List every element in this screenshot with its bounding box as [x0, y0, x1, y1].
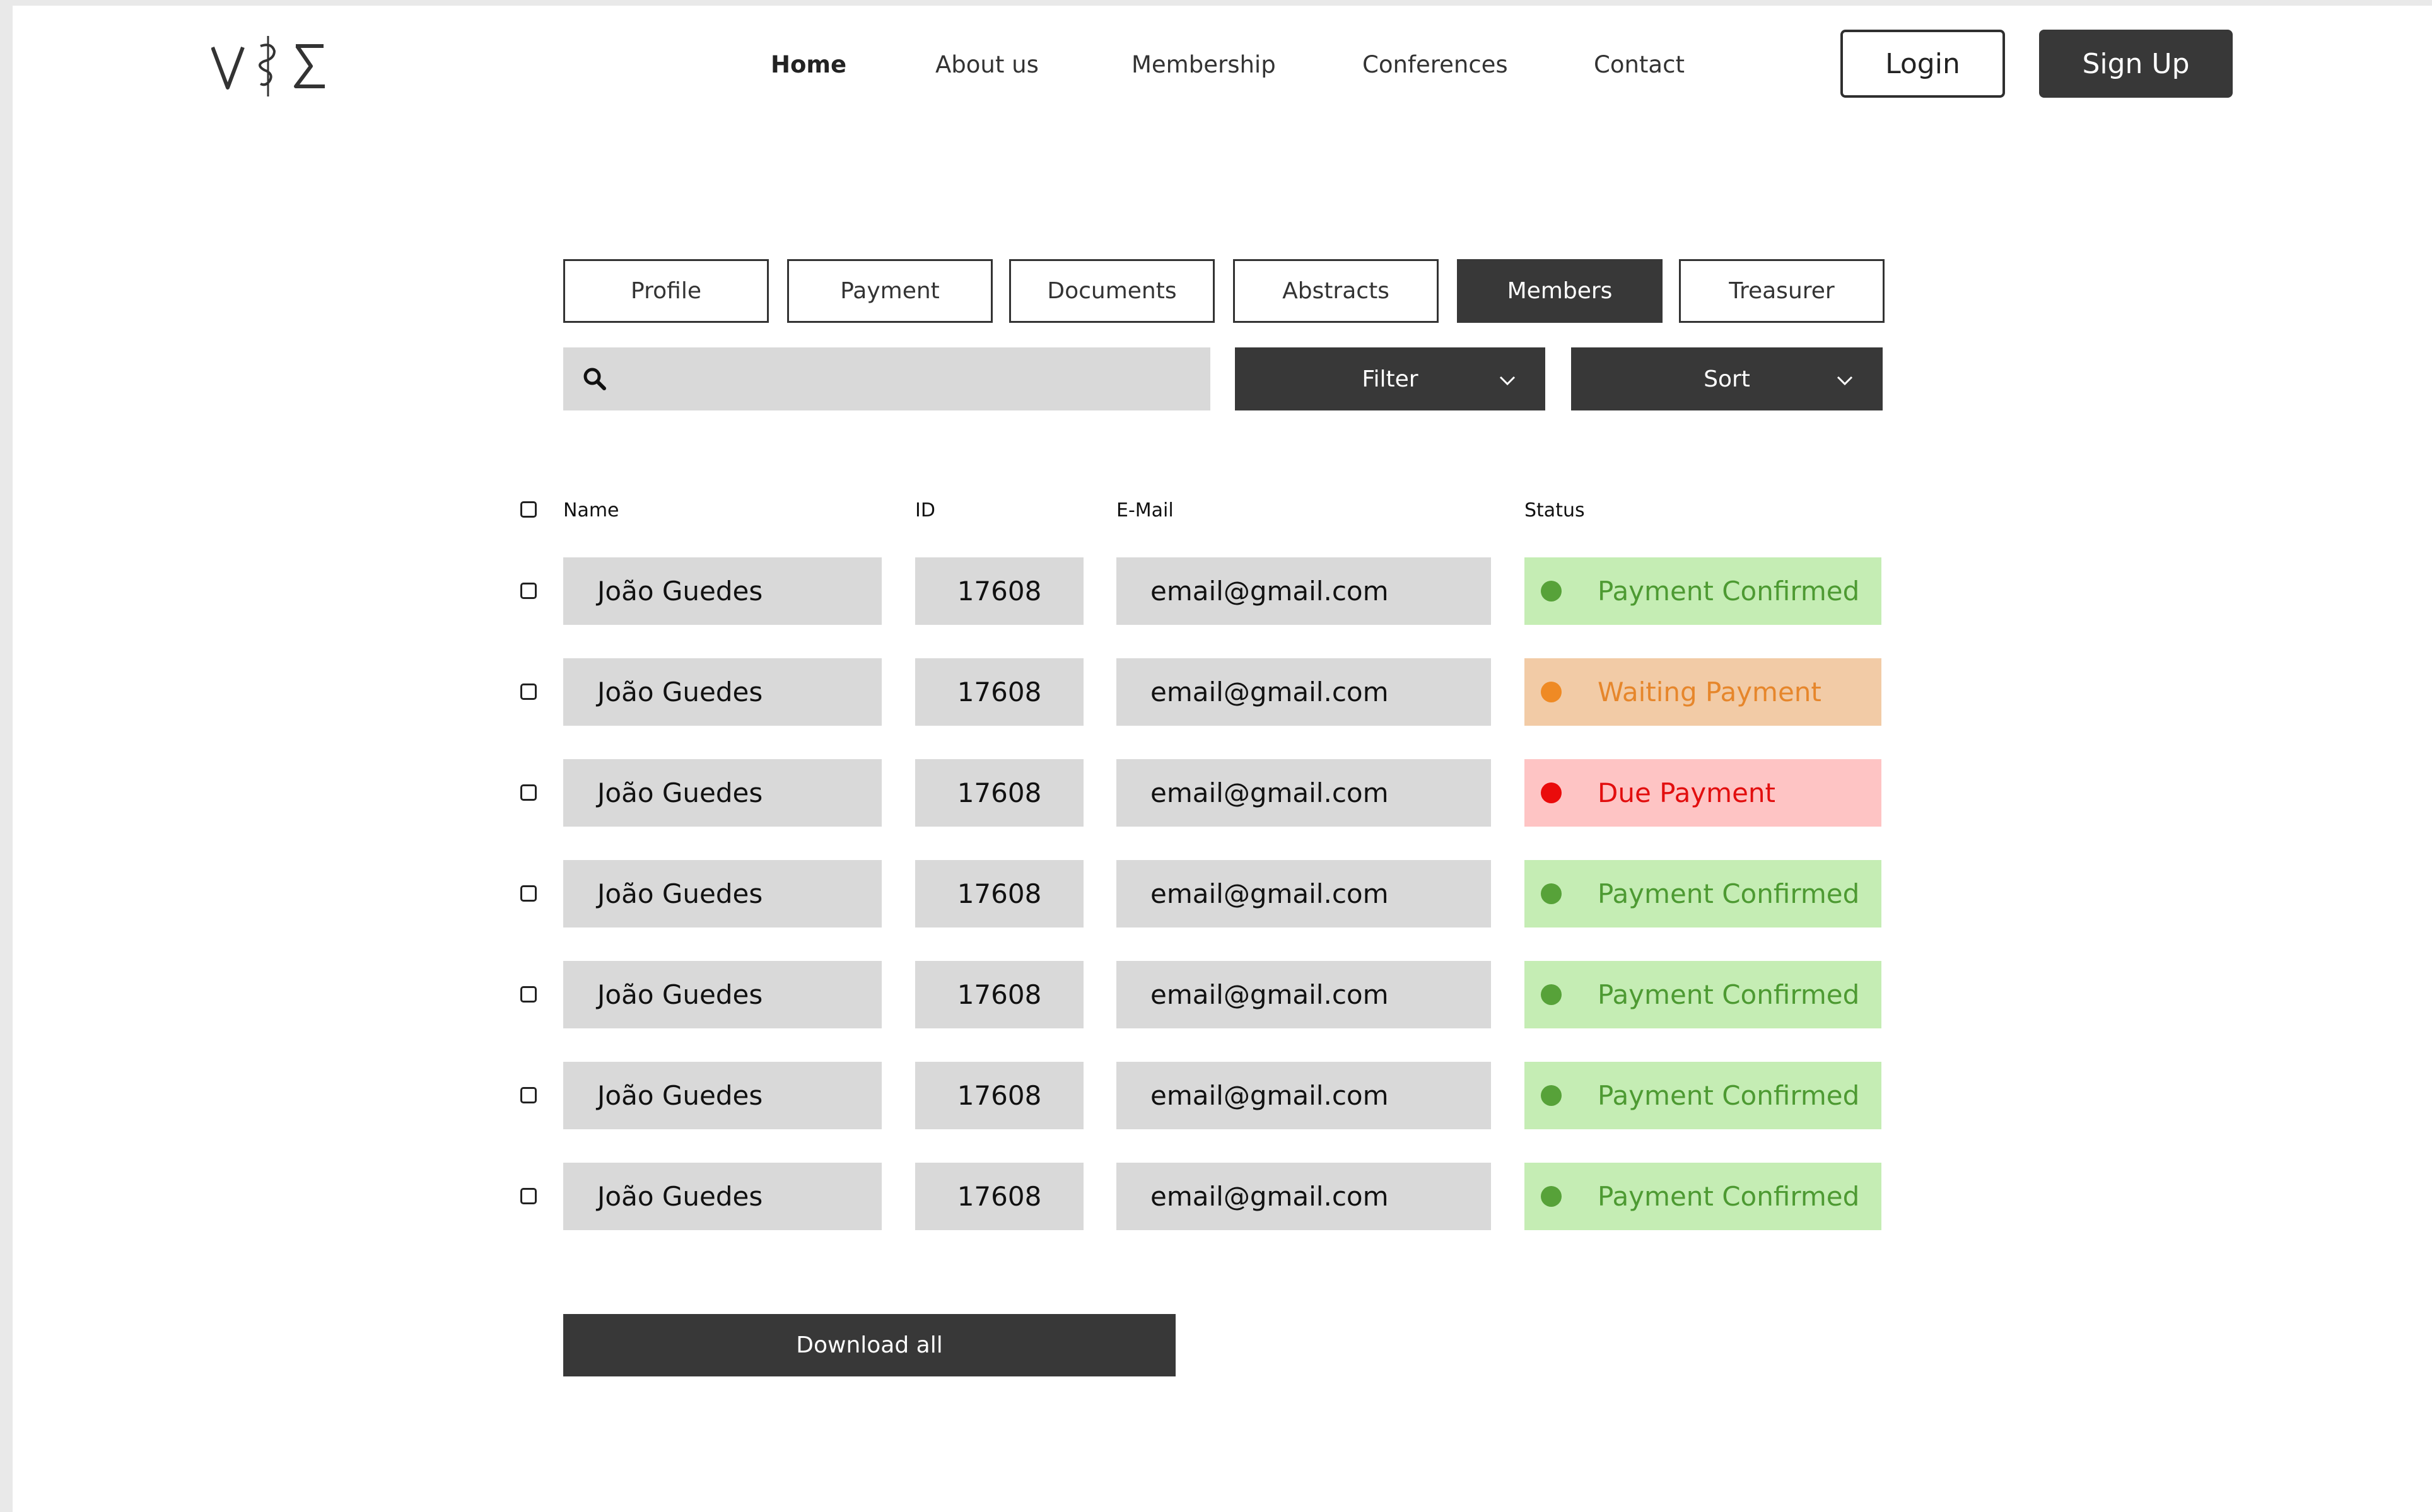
- chevron-down-icon: [1498, 370, 1517, 389]
- row-checkbox[interactable]: [520, 885, 537, 902]
- download-all-button[interactable]: Download all: [563, 1314, 1176, 1376]
- login-button[interactable]: Login: [1840, 30, 2005, 98]
- column-header-name[interactable]: Name: [563, 498, 619, 523]
- column-header-id[interactable]: ID: [915, 498, 935, 523]
- status-text: Payment Confirmed: [1598, 878, 1860, 909]
- status-badge: Payment Confirmed: [1524, 1062, 1881, 1129]
- member-name: João Guedes: [563, 860, 882, 928]
- row-checkbox[interactable]: [520, 683, 537, 700]
- status-dot-icon: [1541, 682, 1562, 702]
- member-email: email@gmail.com: [1116, 961, 1491, 1028]
- column-header-status[interactable]: Status: [1524, 498, 1585, 523]
- member-name: João Guedes: [563, 1163, 882, 1230]
- status-text: Waiting Payment: [1598, 677, 1821, 707]
- member-email: email@gmail.com: [1116, 557, 1491, 625]
- status-dot-icon: [1541, 1085, 1562, 1106]
- status-badge: Payment Confirmed: [1524, 860, 1881, 928]
- row-checkbox[interactable]: [520, 1188, 537, 1204]
- member-name: João Guedes: [563, 557, 882, 625]
- filter-dropdown[interactable]: Filter: [1235, 347, 1545, 410]
- nav-membership[interactable]: Membership: [1131, 49, 1276, 81]
- chevron-down-icon: [1835, 370, 1854, 389]
- member-email: email@gmail.com: [1116, 1163, 1491, 1230]
- status-dot-icon: [1541, 581, 1562, 602]
- member-id: 17608: [915, 1062, 1084, 1129]
- status-badge: Due Payment: [1524, 759, 1881, 827]
- nav-about-us[interactable]: About us: [935, 49, 1039, 81]
- status-text: Payment Confirmed: [1598, 1080, 1860, 1111]
- nav-contact[interactable]: Contact: [1594, 49, 1685, 81]
- nav-home[interactable]: Home: [771, 49, 846, 81]
- member-email: email@gmail.com: [1116, 1062, 1491, 1129]
- search-bar[interactable]: [563, 347, 1210, 412]
- column-header-email[interactable]: E-Mail: [1116, 498, 1174, 523]
- member-email: email@gmail.com: [1116, 759, 1491, 827]
- member-id: 17608: [915, 557, 1084, 625]
- tab-members[interactable]: Members: [1457, 259, 1663, 323]
- status-dot-icon: [1541, 782, 1562, 803]
- status-text: Payment Confirmed: [1598, 979, 1860, 1010]
- status-dot-icon: [1541, 883, 1562, 904]
- status-badge: Payment Confirmed: [1524, 961, 1881, 1028]
- row-checkbox[interactable]: [520, 986, 537, 1003]
- member-id: 17608: [915, 860, 1084, 928]
- status-badge: Payment Confirmed: [1524, 1163, 1881, 1230]
- search-icon: [582, 366, 607, 392]
- page-top-edge: [0, 0, 2432, 6]
- member-email: email@gmail.com: [1116, 860, 1491, 928]
- tab-payment[interactable]: Payment: [787, 259, 993, 323]
- filter-label: Filter: [1362, 366, 1418, 392]
- tab-profile[interactable]: Profile: [563, 259, 769, 323]
- status-badge: Waiting Payment: [1524, 658, 1881, 726]
- status-text: Payment Confirmed: [1598, 576, 1860, 607]
- member-id: 17608: [915, 961, 1084, 1028]
- tab-treasurer[interactable]: Treasurer: [1679, 259, 1885, 323]
- sort-dropdown[interactable]: Sort: [1571, 347, 1883, 410]
- signup-button[interactable]: Sign Up: [2039, 30, 2233, 98]
- status-text: Due Payment: [1598, 777, 1776, 808]
- member-id: 17608: [915, 658, 1084, 726]
- tab-documents[interactable]: Documents: [1009, 259, 1215, 323]
- site-logo[interactable]: [211, 28, 328, 101]
- status-badge: Payment Confirmed: [1524, 557, 1881, 625]
- member-name: João Guedes: [563, 658, 882, 726]
- row-checkbox[interactable]: [520, 1087, 537, 1103]
- status-text: Payment Confirmed: [1598, 1181, 1860, 1212]
- select-all-checkbox[interactable]: [520, 501, 537, 518]
- member-email: email@gmail.com: [1116, 658, 1491, 726]
- nav-conferences[interactable]: Conferences: [1362, 49, 1508, 81]
- member-name: João Guedes: [563, 961, 882, 1028]
- member-id: 17608: [915, 1163, 1084, 1230]
- status-dot-icon: [1541, 1186, 1562, 1207]
- member-id: 17608: [915, 759, 1084, 827]
- member-name: João Guedes: [563, 759, 882, 827]
- search-input[interactable]: [620, 347, 1203, 412]
- row-checkbox[interactable]: [520, 784, 537, 801]
- sort-label: Sort: [1704, 366, 1750, 392]
- tab-abstracts[interactable]: Abstracts: [1233, 259, 1439, 323]
- row-checkbox[interactable]: [520, 583, 537, 599]
- status-dot-icon: [1541, 984, 1562, 1005]
- page-left-edge: [0, 0, 13, 1512]
- member-name: João Guedes: [563, 1062, 882, 1129]
